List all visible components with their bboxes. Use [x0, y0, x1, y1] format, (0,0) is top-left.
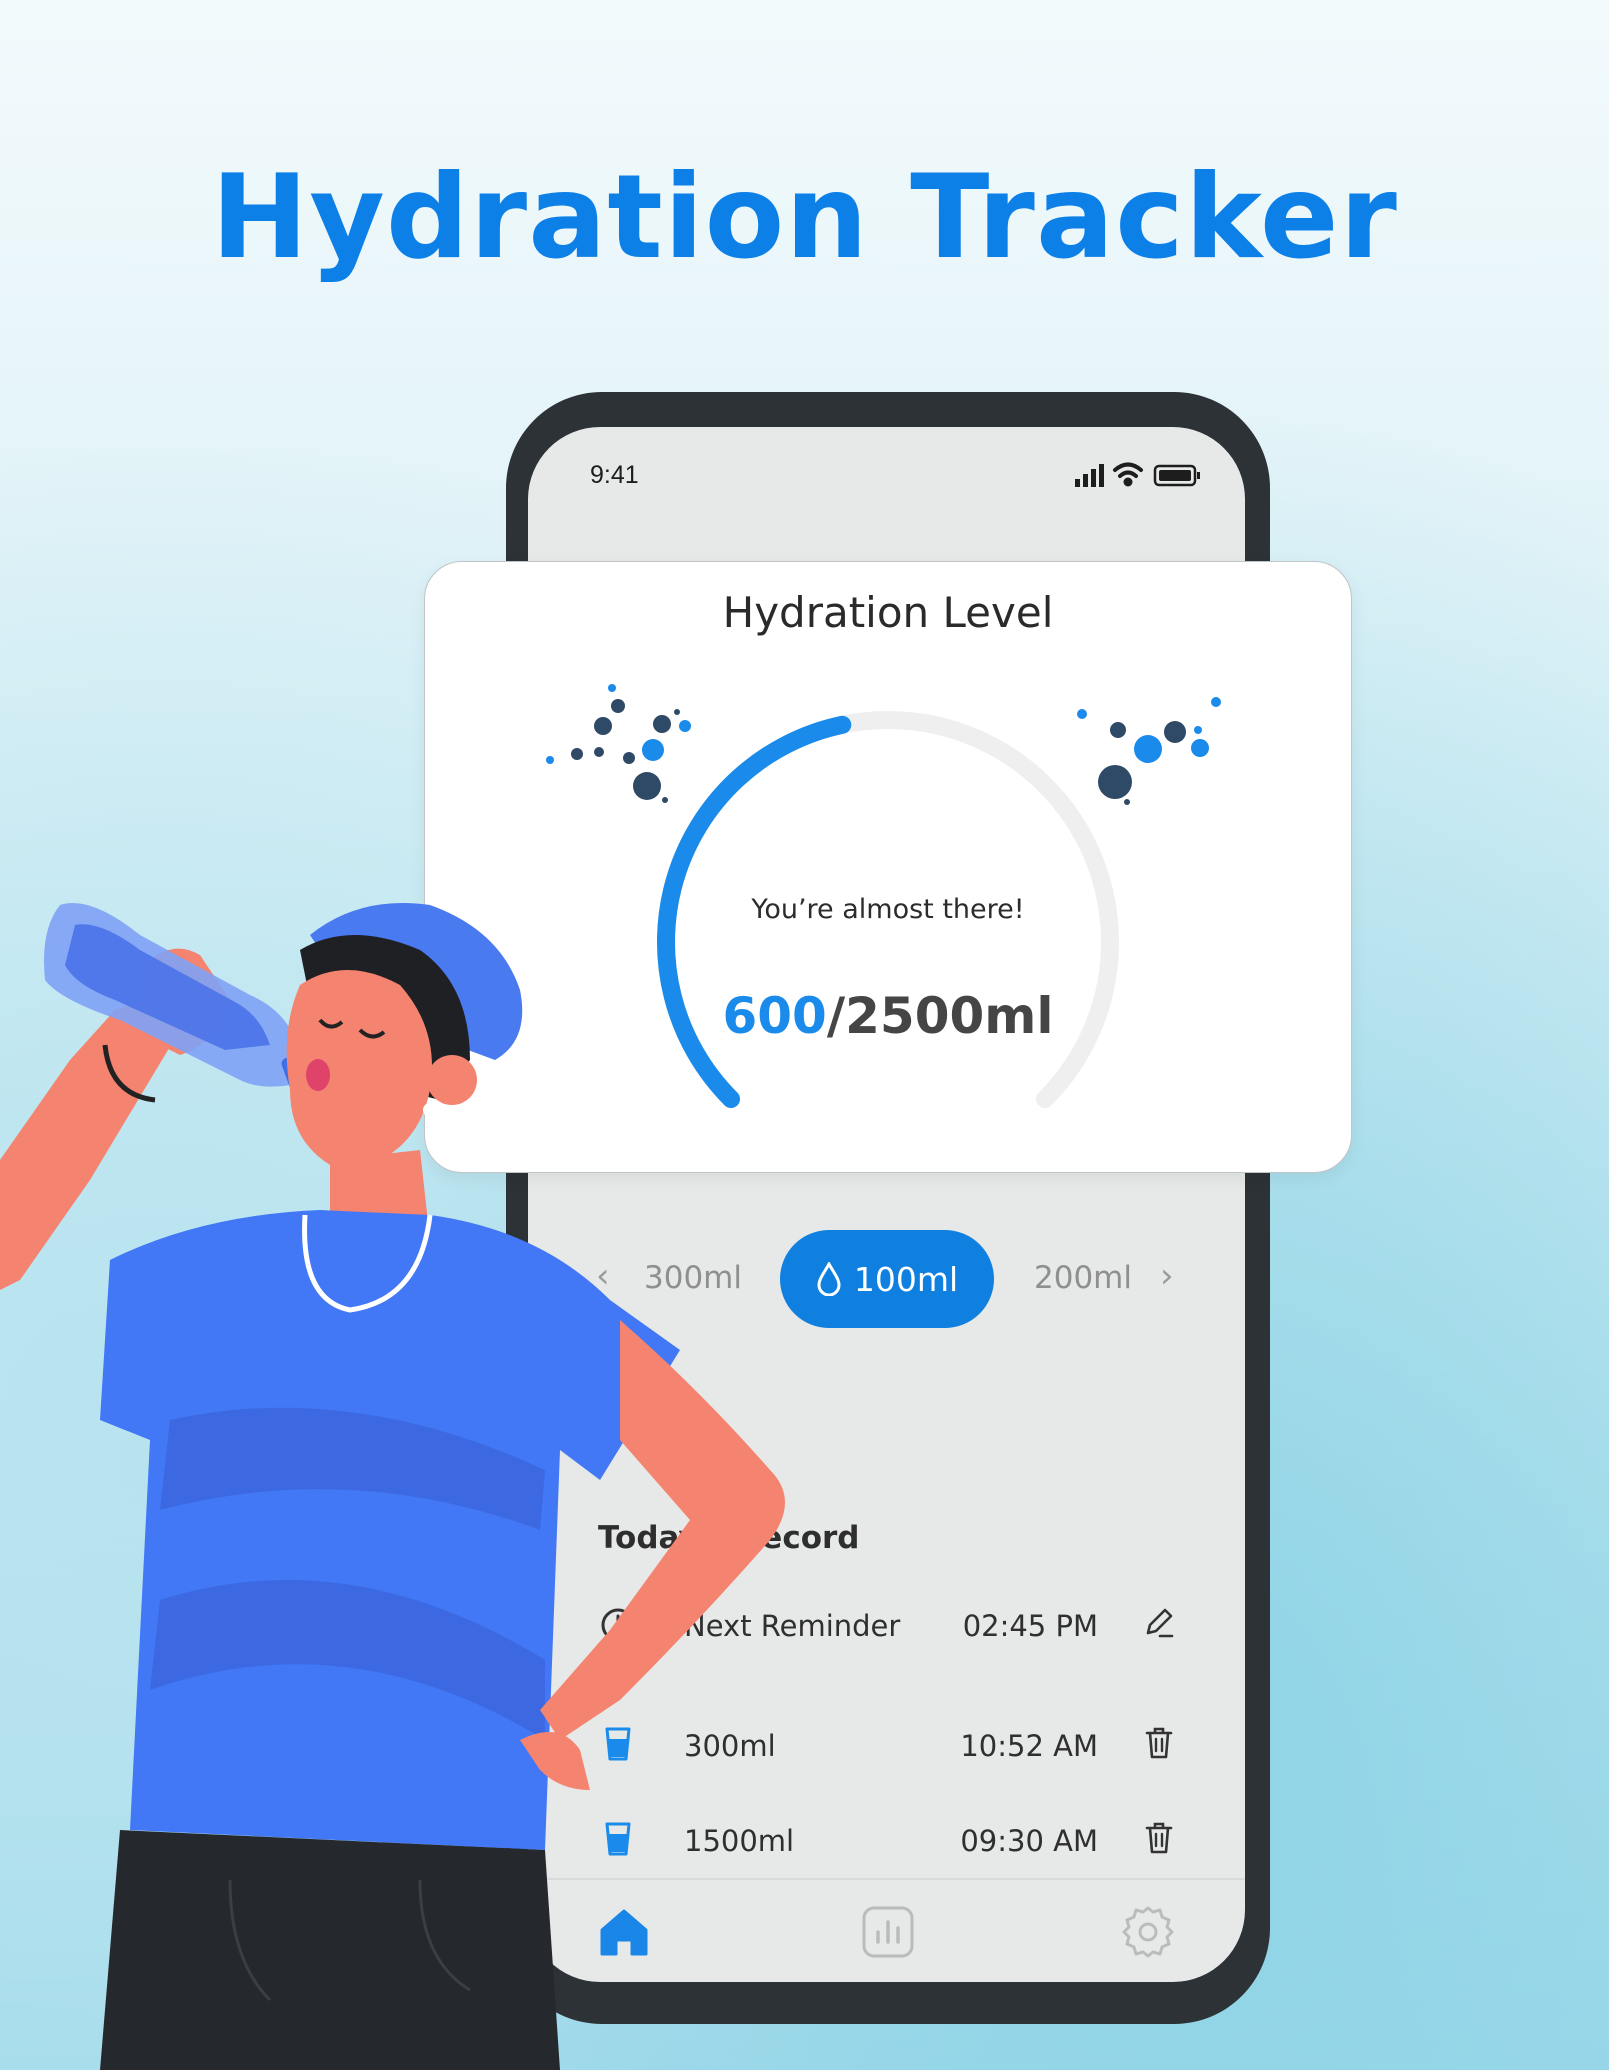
bubbles-left-decoration: [546, 684, 691, 803]
status-icons: [1075, 462, 1200, 487]
wifi-icon: [1113, 462, 1143, 487]
bubbles-right-decoration: [1077, 697, 1221, 805]
person-drinking-illustration: [0, 903, 785, 2070]
record-time: 10:52 AM: [960, 1729, 1098, 1763]
amount-option-right[interactable]: 200ml: [1034, 1260, 1132, 1296]
trash-icon[interactable]: [1140, 1723, 1178, 1761]
battery-icon: [1153, 464, 1200, 487]
gauge-goal: 2500ml: [845, 987, 1054, 1045]
trash-icon[interactable]: [1140, 1818, 1178, 1856]
status-time: 9:41: [590, 461, 639, 489]
record-time: 09:30 AM: [960, 1824, 1098, 1858]
chevron-right-icon[interactable]: ›: [1160, 1256, 1174, 1296]
hero-title: Hydration Tracker: [211, 150, 1398, 285]
stats-icon[interactable]: [860, 1904, 916, 1960]
amount-selected-label: 100ml: [853, 1259, 959, 1299]
settings-icon[interactable]: [1120, 1904, 1176, 1960]
edit-icon[interactable]: [1140, 1603, 1178, 1641]
signal-icon: [1075, 464, 1104, 487]
record-time: 02:45 PM: [962, 1609, 1098, 1643]
